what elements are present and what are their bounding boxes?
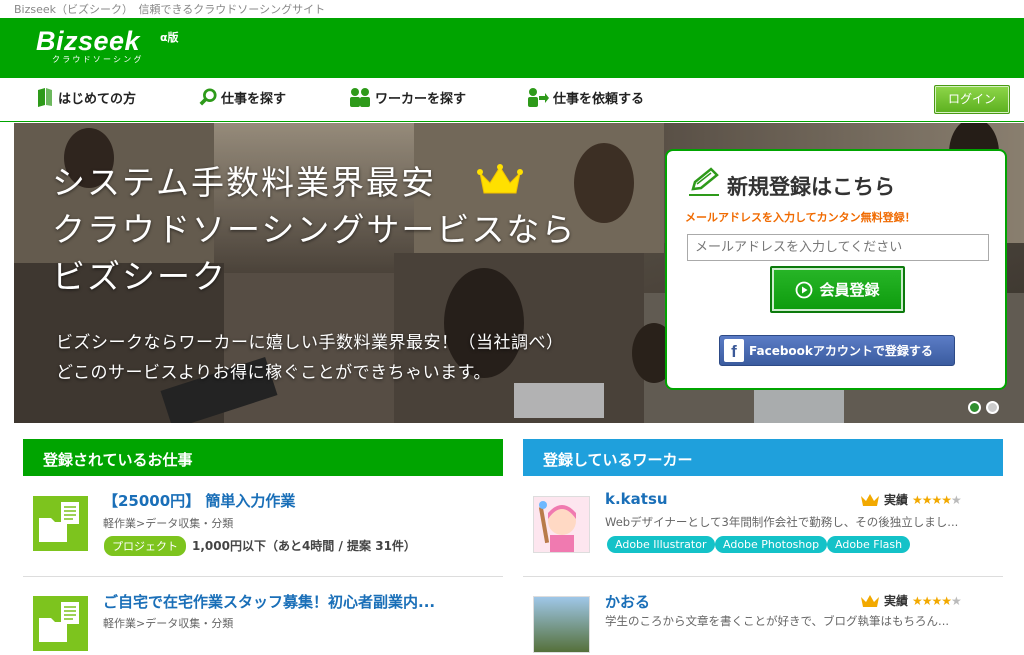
document-folder-icon bbox=[39, 502, 79, 542]
register-button[interactable]: 会員登録 bbox=[770, 266, 905, 313]
registration-title: 新規登録はこちら bbox=[727, 175, 895, 199]
people-icon bbox=[350, 88, 370, 107]
rating-label: 実績 bbox=[884, 493, 909, 507]
job-type-badge: プロジェクト bbox=[104, 536, 186, 556]
skill-tag[interactable]: Adobe Illustrator bbox=[607, 536, 715, 553]
document-folder-icon bbox=[39, 602, 79, 642]
star-rating: ★★★★★ bbox=[912, 593, 962, 608]
carousel-dot[interactable] bbox=[986, 401, 999, 414]
registration-panel: 新規登録はこちら メールアドレスを入力してカンタン無料登録！ 会員登録 f Fa… bbox=[665, 149, 1007, 390]
job-category: 軽作業>データ収集・分類 bbox=[103, 517, 234, 530]
login-button[interactable]: ログイン bbox=[934, 85, 1010, 114]
registration-note: メールアドレスを入力してカンタン無料登録！ bbox=[685, 211, 916, 224]
worker-description: 学生のころから文章を書くことが好きで、ブログ執筆はもちろん... bbox=[605, 614, 950, 628]
main-nav: はじめての方 仕事を探す ワーカーを探す 仕事を依頼する ログイン bbox=[0, 78, 1024, 122]
skill-tag[interactable]: Adobe Flash bbox=[827, 536, 911, 553]
nav-label: 仕事を探す bbox=[221, 91, 287, 107]
nav-item-find-jobs[interactable]: 仕事を探す bbox=[199, 87, 286, 107]
avatar[interactable] bbox=[533, 496, 590, 553]
divider bbox=[23, 576, 503, 577]
avatar[interactable] bbox=[533, 596, 590, 653]
job-meta: 1,000円以下（あと4時間 / 提案 31件） bbox=[192, 539, 416, 553]
divider bbox=[523, 576, 1003, 577]
job-title-link[interactable]: ご自宅で在宅作業スタッフ募集！初心者副業内... bbox=[103, 591, 435, 612]
hero-subtext-line: どこのサービスよりお得に稼ぐことができちゃいます。 bbox=[56, 363, 491, 383]
pencil-icon bbox=[689, 167, 719, 196]
nav-label: ワーカーを探す bbox=[375, 91, 467, 107]
logo-alpha-badge: α版 bbox=[160, 31, 179, 44]
email-input[interactable] bbox=[687, 234, 989, 261]
logo-subtitle: クラウドソーシング bbox=[52, 55, 144, 64]
rating-label: 実績 bbox=[884, 594, 909, 608]
logo-text: Bizseek bbox=[36, 26, 141, 56]
nav-item-beginners[interactable]: はじめての方 bbox=[36, 87, 136, 107]
nav-label: 仕事を依頼する bbox=[553, 91, 645, 107]
carousel-dots bbox=[968, 401, 999, 414]
workers-section-heading: 登録しているワーカー bbox=[523, 439, 1003, 476]
hero-subtext-line: ビズシークならワーカーに嬉しい手数料業界最安！（当社調べ） bbox=[56, 333, 564, 353]
browser-title: Bizseek（ビズシーク） 信頼できるクラウドソーシングサイト bbox=[14, 3, 326, 16]
hero-headline-line: クラウドソーシングサービスなら bbox=[52, 210, 577, 249]
worker-rating: 実績 ★★★★★ bbox=[860, 592, 962, 609]
crown-small-icon bbox=[861, 594, 879, 607]
play-circle-icon bbox=[796, 281, 813, 298]
job-category-icon bbox=[33, 496, 88, 551]
nav-item-post-job[interactable]: 仕事を依頼する bbox=[527, 87, 644, 107]
star-rating: ★★★★★ bbox=[912, 492, 962, 507]
job-title-link[interactable]: 【25000円】 簡単入力作業 bbox=[103, 490, 295, 511]
skill-tag[interactable]: Adobe Photoshop bbox=[715, 536, 828, 553]
nav-item-find-workers[interactable]: ワーカーを探す bbox=[349, 87, 466, 107]
worker-name-link[interactable]: かおる bbox=[605, 591, 650, 612]
facebook-icon: f bbox=[724, 339, 744, 362]
worker-avatar-illustration bbox=[538, 501, 576, 552]
book-icon bbox=[38, 88, 52, 107]
site-header: Bizseek α版 クラウドソーシング bbox=[0, 18, 1024, 78]
job-category: 軽作業>データ収集・分類 bbox=[103, 617, 234, 630]
jobs-section-heading: 登録されているお仕事 bbox=[23, 439, 503, 476]
crown-icon bbox=[477, 164, 523, 194]
worker-name-link[interactable]: k.katsu bbox=[605, 490, 668, 508]
person-arrow-icon bbox=[528, 88, 549, 107]
magnifier-icon bbox=[199, 88, 217, 106]
worker-rating: 実績 ★★★★★ bbox=[860, 491, 962, 508]
site-logo[interactable]: Bizseek α版 クラウドソーシング bbox=[36, 26, 179, 65]
job-category-icon bbox=[33, 596, 88, 651]
register-button-label: 会員登録 bbox=[819, 281, 880, 299]
hero-headline-line: ビズシーク bbox=[52, 257, 227, 296]
worker-description: Webデザイナーとして3年間制作会社で勤務し、その後独立しまし... bbox=[605, 515, 959, 529]
nav-label: はじめての方 bbox=[58, 91, 137, 107]
facebook-button-label: Facebookアカウントで登録する bbox=[749, 344, 933, 358]
hero-subtext: ビズシークならワーカーに嬉しい手数料業界最安！（当社調べ） どこのサービスよりお… bbox=[56, 328, 564, 388]
carousel-dot-active[interactable] bbox=[968, 401, 981, 414]
facebook-register-button[interactable]: f Facebookアカウントで登録する bbox=[719, 335, 955, 366]
crown-small-icon bbox=[861, 493, 879, 506]
